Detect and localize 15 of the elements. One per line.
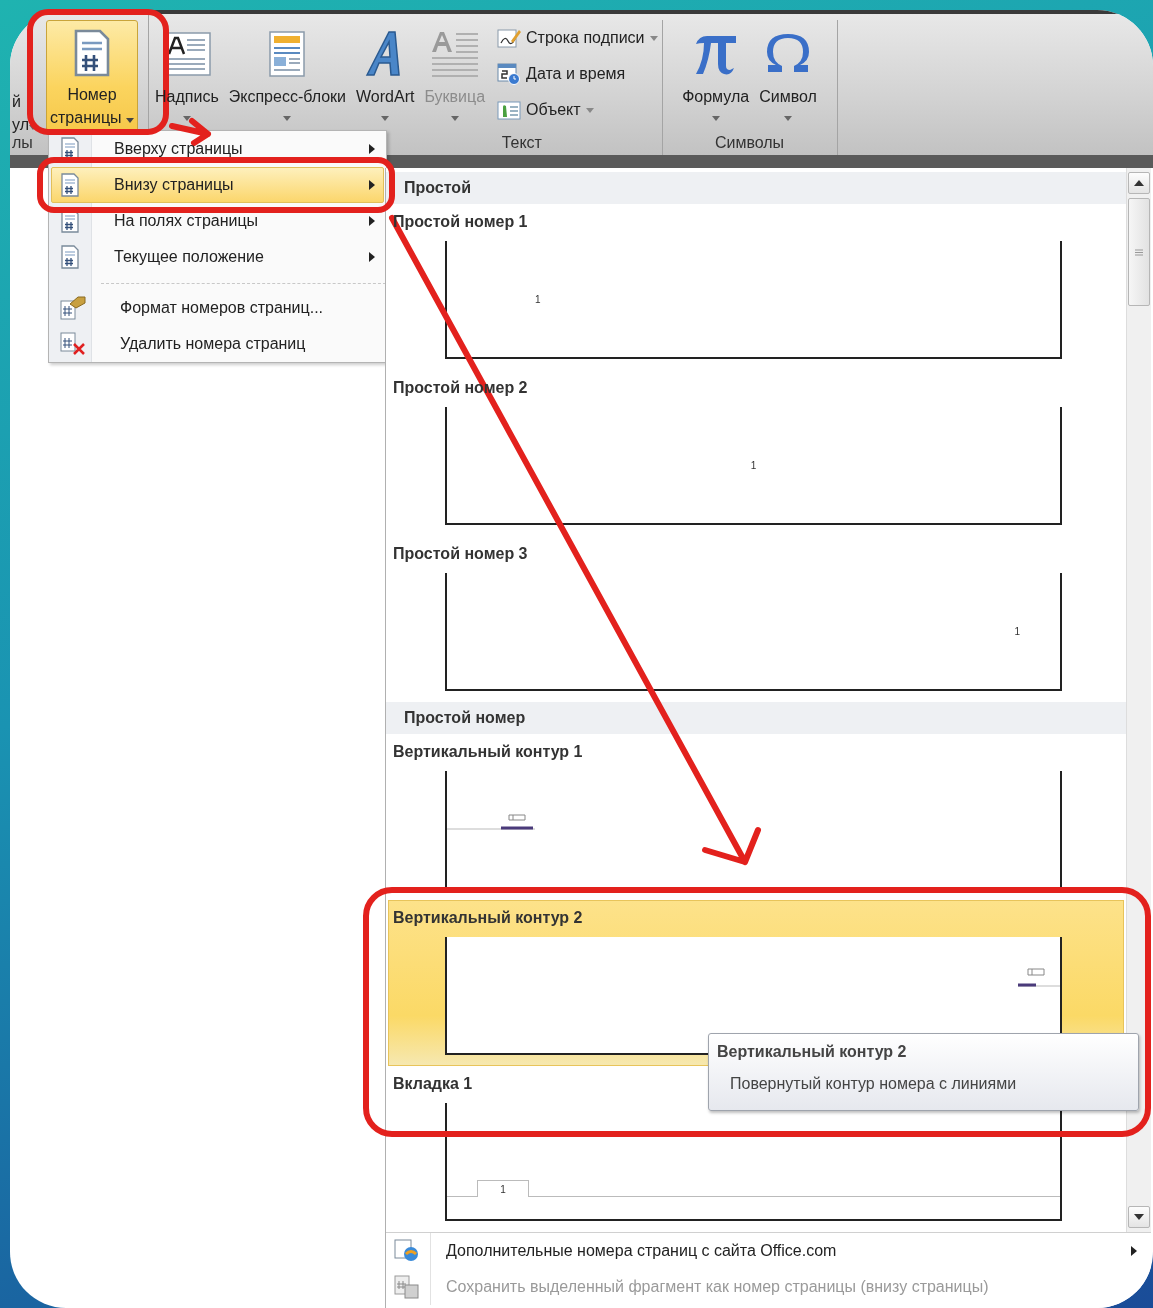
section-header: Простой номер xyxy=(386,702,1126,734)
page-number: 1 xyxy=(535,293,541,305)
section-header: Простой xyxy=(386,172,1126,204)
page-number: 1 xyxy=(750,459,757,471)
group-label: Текст xyxy=(501,133,542,153)
tooltip-title: Вертикальный контур 2 xyxy=(717,1043,908,1061)
page-number-tab: 1 xyxy=(477,1180,529,1197)
item-title: Вкладка 1 xyxy=(393,1074,473,1094)
item-title: Простой номер 3 xyxy=(393,544,528,564)
tooltip-description: Повернутый контур номера с линиями xyxy=(729,1075,1018,1093)
item-title: Вертикальный контур 1 xyxy=(393,742,583,762)
group-label: лы xyxy=(12,133,33,153)
group-label: Символы xyxy=(714,133,785,153)
item-title: Вертикальный контур 2 xyxy=(393,908,583,928)
page-number: 1 xyxy=(1014,625,1020,637)
